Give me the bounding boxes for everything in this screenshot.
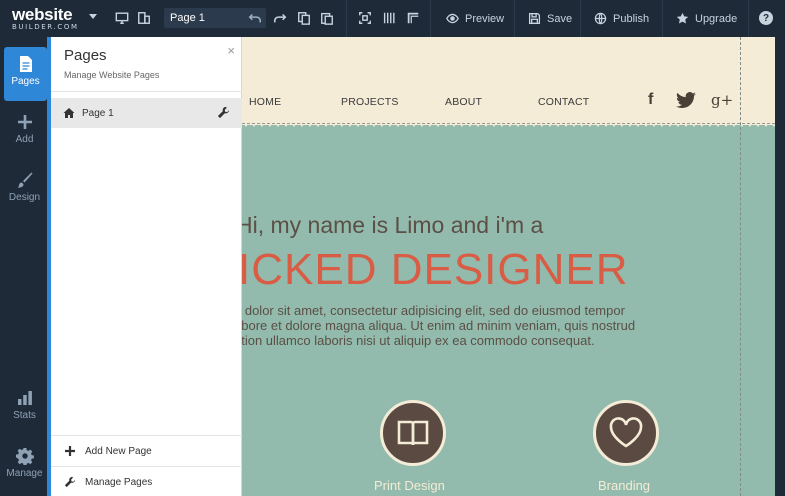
- help-icon[interactable]: ?: [759, 11, 773, 25]
- page-select-dropdown[interactable]: Page 1: [164, 8, 266, 28]
- star-icon: [676, 12, 689, 24]
- upgrade-label: Upgrade: [695, 12, 738, 25]
- logo-subtext: BUILDER.COM: [12, 23, 79, 31]
- manage-pages-button[interactable]: Manage Pages: [51, 466, 242, 496]
- logo-text: website: [12, 5, 73, 24]
- page-list-item[interactable]: Page 1: [51, 98, 242, 128]
- brush-icon: [17, 172, 32, 188]
- toolbar-divider: [346, 0, 347, 37]
- sidebar-item-design[interactable]: Design: [0, 163, 49, 217]
- page-select-value: Page 1: [170, 12, 205, 24]
- undo-icon[interactable]: [248, 11, 262, 25]
- toolbar-divider: [662, 0, 663, 37]
- canvas-right-gutter: [775, 37, 785, 496]
- print-design-feature-icon[interactable]: [380, 400, 446, 466]
- app-window: website BUILDER.COM Page 1 Preview Save …: [0, 0, 785, 496]
- hero-paragraph-line: ation ullamco laboris nisi ut aliquip ex…: [242, 333, 595, 348]
- save-label: Save: [547, 12, 573, 25]
- site-nav-projects[interactable]: PROJECTS: [341, 96, 399, 108]
- redo-icon[interactable]: [272, 10, 288, 26]
- preview-label: Preview: [465, 12, 505, 25]
- hero-paragraph-line: abore et dolore magna aliqua. Ut enim ad…: [242, 318, 636, 333]
- select-frame-icon[interactable]: [357, 10, 373, 26]
- gear-icon: [15, 448, 34, 465]
- home-icon: [63, 107, 75, 119]
- site-canvas[interactable]: HOME PROJECTS ABOUT CONTACT f g+ Hi, my …: [242, 37, 775, 496]
- sidebar-item-manage[interactable]: Manage: [0, 439, 49, 493]
- globe-icon: [594, 12, 607, 25]
- sidebar-item-label: Design: [8, 192, 41, 203]
- wrench-icon: [64, 476, 76, 488]
- save-button[interactable]: Save: [528, 0, 572, 37]
- columns-icon[interactable]: [381, 10, 397, 26]
- floppy-disk-icon: [528, 12, 541, 25]
- hero-paragraph-line: n dolor sit amet, consectetur adipisicin…: [242, 303, 625, 318]
- desktop-view-icon[interactable]: [114, 10, 130, 26]
- close-icon[interactable]: ×: [227, 43, 235, 58]
- heart-icon: [609, 417, 643, 448]
- twitter-icon[interactable]: [676, 91, 696, 109]
- facebook-icon[interactable]: f: [648, 91, 653, 109]
- left-sidebar: Pages Add Design Stats Manage: [0, 37, 49, 496]
- panel-divider: [51, 91, 242, 92]
- pages-panel: Pages Manage Website Pages × Page 1 Add …: [51, 37, 242, 496]
- panel-title: Pages: [64, 47, 107, 64]
- manage-pages-label: Manage Pages: [85, 477, 153, 488]
- feature-label[interactable]: Print Design: [374, 478, 445, 493]
- hero-intro-text[interactable]: Hi, my name is Limo and i'm a: [242, 212, 543, 239]
- wrench-icon[interactable]: [217, 106, 230, 119]
- page-list-item-label: Page 1: [82, 108, 114, 119]
- section-guide-line: [242, 123, 775, 124]
- toolbar-divider: [430, 0, 431, 37]
- branding-feature-icon[interactable]: [593, 400, 659, 466]
- sidebar-item-stats[interactable]: Stats: [0, 381, 49, 435]
- sidebar-item-pages[interactable]: Pages: [4, 47, 47, 101]
- feature-label[interactable]: Branding: [598, 478, 650, 493]
- sidebar-item-label: Add: [15, 134, 34, 145]
- toolbar-divider: [514, 0, 515, 37]
- preview-button[interactable]: Preview: [446, 0, 504, 37]
- site-nav-about[interactable]: ABOUT: [445, 96, 482, 108]
- copy-icon[interactable]: [296, 10, 312, 26]
- mobile-view-icon[interactable]: [136, 10, 152, 26]
- site-nav-home[interactable]: HOME: [249, 96, 281, 108]
- site-nav-contact[interactable]: CONTACT: [538, 96, 589, 108]
- site-header[interactable]: [242, 37, 775, 125]
- google-plus-icon[interactable]: g+: [711, 91, 733, 109]
- upgrade-button[interactable]: Upgrade: [676, 0, 737, 37]
- logo-menu-caret-icon[interactable]: [89, 14, 97, 19]
- plus-icon: [65, 446, 75, 456]
- column-guide-line: [740, 37, 741, 496]
- corner-guide-icon[interactable]: [405, 10, 421, 26]
- eye-icon: [446, 13, 459, 24]
- document-icon: [19, 56, 32, 72]
- hero-headline[interactable]: ICKED DESIGNER: [242, 245, 629, 295]
- plus-icon: [17, 115, 32, 129]
- add-new-page-label: Add New Page: [85, 446, 152, 457]
- book-icon: [397, 420, 429, 446]
- add-new-page-button[interactable]: Add New Page: [51, 435, 242, 466]
- sidebar-item-label: Pages: [11, 76, 40, 87]
- toolbar-divider: [748, 0, 749, 37]
- logo[interactable]: website BUILDER.COM: [12, 6, 84, 31]
- sidebar-item-label: Manage: [6, 468, 43, 479]
- hero-paragraph[interactable]: n dolor sit amet, consectetur adipisicin…: [242, 303, 694, 348]
- sidebar-item-add[interactable]: Add: [0, 105, 49, 159]
- paste-icon[interactable]: [319, 10, 335, 26]
- publish-button[interactable]: Publish: [594, 0, 649, 37]
- bar-chart-icon: [17, 391, 32, 405]
- panel-subtitle: Manage Website Pages: [64, 70, 160, 80]
- top-toolbar: website BUILDER.COM Page 1 Preview Save …: [0, 0, 785, 37]
- sidebar-item-label: Stats: [13, 410, 36, 421]
- toolbar-divider: [580, 0, 581, 37]
- publish-label: Publish: [613, 12, 650, 25]
